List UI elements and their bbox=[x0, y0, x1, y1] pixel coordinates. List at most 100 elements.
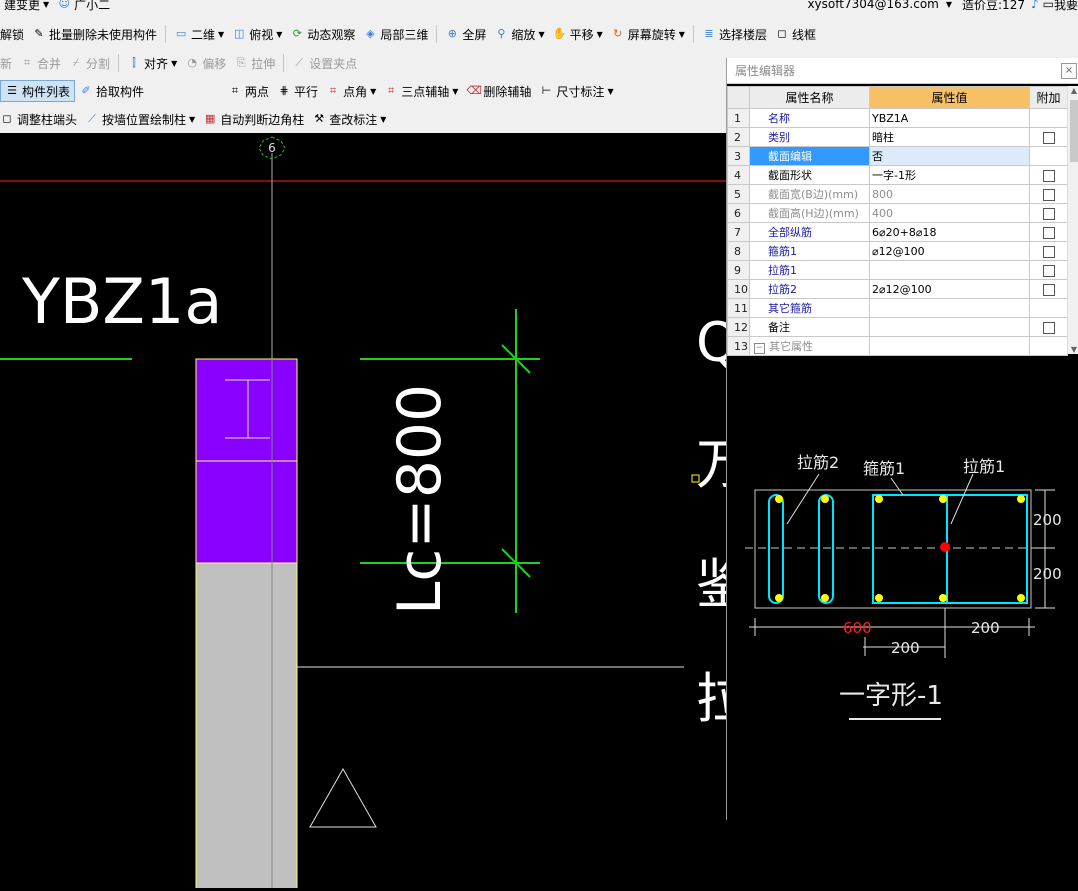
wall-body[interactable] bbox=[195, 562, 298, 891]
table-row[interactable]: 4 截面形状 一字-1形 bbox=[727, 165, 1068, 185]
batch-delete-button[interactable]: ✎ 批量删除未使用构件 bbox=[28, 23, 161, 45]
align-dropdown[interactable]: ⫿ 对齐 ▼ bbox=[123, 52, 181, 74]
fullscreen-icon: ⊕ bbox=[447, 27, 458, 40]
attach-checkbox[interactable] bbox=[1042, 169, 1055, 182]
pick-component-button[interactable]: ✐ 拾取构件 bbox=[75, 80, 148, 102]
attach-checkbox[interactable] bbox=[1042, 131, 1055, 144]
scroll-thumb[interactable] bbox=[1070, 100, 1078, 162]
property-value[interactable] bbox=[869, 298, 1030, 318]
edit-annotation-dropdown[interactable]: ⚒ 查改标注 ▼ bbox=[308, 108, 390, 130]
rotate-screen-dropdown[interactable]: ↻ 屏幕旋转 ▼ bbox=[607, 23, 689, 45]
property-value[interactable]: 暗柱 bbox=[869, 127, 1030, 147]
property-name: 截面编辑 bbox=[749, 146, 870, 166]
point-angle-dropdown[interactable]: ⌗ 点角 ▼ bbox=[322, 80, 380, 102]
component-list-button[interactable]: ☰ 构件列表 bbox=[0, 80, 76, 102]
two-point-axis-button[interactable]: ⌗ 两点 bbox=[224, 80, 273, 102]
table-row[interactable]: 8 箍筋1 ⌀12@100 bbox=[727, 241, 1068, 261]
orbit-button[interactable]: ⟳ 动态观察 bbox=[286, 23, 359, 45]
table-row[interactable]: 12 备注 bbox=[727, 317, 1068, 337]
adjust-column-end-button[interactable]: ◻ 调整柱端头 bbox=[0, 108, 81, 130]
stretch-label: 拉伸 bbox=[251, 56, 276, 71]
table-row[interactable]: 1 名称 YBZ1A bbox=[727, 108, 1068, 128]
parallel-axis-button[interactable]: ⋕ 平行 bbox=[273, 80, 322, 102]
delete-axis-button[interactable]: ⌫ 删除辅轴 bbox=[462, 80, 535, 102]
attach-checkbox[interactable] bbox=[1042, 321, 1055, 334]
row-number: 9 bbox=[727, 260, 750, 280]
dropdown-arrow-icon: ▼ bbox=[538, 29, 545, 39]
property-value[interactable]: 800 bbox=[869, 184, 1030, 204]
attach-checkbox[interactable] bbox=[1042, 245, 1055, 258]
property-value[interactable]: YBZ1A bbox=[869, 108, 1030, 128]
assistant-link[interactable]: ☺ 广小二 bbox=[53, 0, 114, 15]
rebar-dot bbox=[1017, 495, 1025, 503]
property-value[interactable]: 400 bbox=[869, 203, 1030, 223]
unlock-button[interactable]: 解锁 bbox=[0, 23, 28, 45]
bell-icon[interactable]: ♪ bbox=[1031, 0, 1039, 11]
property-value[interactable]: 6⌀20+8⌀18 bbox=[869, 222, 1030, 242]
table-row[interactable]: 6 截面高(H边)(mm) 400 bbox=[727, 203, 1068, 223]
attach-checkbox[interactable] bbox=[1042, 207, 1055, 220]
property-value[interactable]: 否 bbox=[869, 146, 1030, 166]
panel-title-text: 属性编辑器 bbox=[735, 64, 796, 78]
scroll-down-icon[interactable]: ▼ bbox=[1068, 345, 1078, 354]
draw-column-by-wall-dropdown[interactable]: ⟋ 按墙位置绘制柱 ▼ bbox=[81, 108, 199, 130]
separator bbox=[283, 54, 285, 72]
property-name: 截面宽(B边)(mm) bbox=[749, 184, 870, 204]
point-angle-icon: ⌗ bbox=[329, 84, 337, 97]
fullscreen-label: 全屏 bbox=[462, 27, 487, 42]
zoom-dropdown[interactable]: ⚲ 缩放 ▼ bbox=[490, 23, 548, 45]
table-row[interactable]: 2 类别 暗柱 bbox=[727, 127, 1068, 147]
table-row[interactable]: 11 其它箍筋 bbox=[727, 298, 1068, 318]
new-button[interactable]: 新 bbox=[0, 52, 16, 74]
table-row[interactable]: 13− 其它属性 bbox=[727, 336, 1068, 356]
feedback-link[interactable]: 我要 bbox=[1054, 0, 1078, 13]
menu-change[interactable]: 建变更 ▼ bbox=[0, 0, 53, 15]
select-floor-button[interactable]: ≣ 选择楼层 bbox=[698, 23, 771, 45]
three-point-axis-dropdown[interactable]: ⌗ 三点辅轴 ▼ bbox=[380, 80, 462, 102]
attach-checkbox[interactable] bbox=[1042, 283, 1055, 296]
offset-button[interactable]: ◔ 偏移 bbox=[181, 52, 230, 74]
attach-checkbox[interactable] bbox=[1042, 226, 1055, 239]
scrollbar[interactable]: ▲ ▼ bbox=[1067, 86, 1078, 354]
property-group[interactable]: − 其它属性 bbox=[749, 336, 870, 356]
extra-cell bbox=[1029, 184, 1068, 204]
local-3d-button[interactable]: ◈ 局部三维 bbox=[359, 23, 432, 45]
stretch-button[interactable]: ⎘ 拉伸 bbox=[230, 52, 279, 74]
brush-icon: ✎ bbox=[34, 27, 44, 40]
property-value[interactable]: 2⌀12@100 bbox=[869, 279, 1030, 299]
table-row-selected[interactable]: 3 截面编辑否 bbox=[727, 146, 1068, 166]
align-label: 对齐 bbox=[144, 56, 169, 71]
property-value[interactable]: ⌀12@100 bbox=[869, 241, 1030, 261]
set-grip-button[interactable]: ⟋ 设置夹点 bbox=[288, 52, 361, 74]
auto-corner-column-label: 自动判断边角柱 bbox=[220, 112, 305, 127]
chat-icon[interactable]: ▭ bbox=[1043, 0, 1054, 11]
view-2d-dropdown[interactable]: ▭ 二维 ▼ bbox=[170, 23, 228, 45]
table-row[interactable]: 10 拉筋2 2⌀12@100 bbox=[727, 279, 1068, 299]
dim-200-right: 200 bbox=[971, 619, 1000, 637]
collapse-icon[interactable]: − bbox=[754, 343, 765, 354]
dropdown-arrow-icon: ▼ bbox=[171, 58, 178, 68]
scroll-up-icon[interactable]: ▲ bbox=[1068, 86, 1078, 95]
fullscreen-button[interactable]: ⊕ 全屏 bbox=[441, 23, 490, 45]
close-icon[interactable]: × bbox=[1061, 63, 1077, 79]
rebar-dot bbox=[1017, 594, 1025, 602]
property-value[interactable]: 一字-1形 bbox=[869, 165, 1030, 185]
table-row[interactable]: 5 截面宽(B边)(mm) 800 bbox=[727, 184, 1068, 204]
align-icon: ⫿ bbox=[132, 56, 136, 69]
split-button[interactable]: ⌿ 分割 bbox=[65, 52, 114, 74]
pan-dropdown[interactable]: ✋ 平移 ▼ bbox=[549, 23, 607, 45]
attach-checkbox[interactable] bbox=[1042, 264, 1055, 277]
property-value[interactable] bbox=[869, 260, 1030, 280]
property-name: 截面高(H边)(mm) bbox=[749, 203, 870, 223]
property-group-label: 其它属性 bbox=[769, 340, 813, 353]
top-view-dropdown[interactable]: ◫ 俯视 ▼ bbox=[228, 23, 286, 45]
property-value[interactable] bbox=[869, 317, 1030, 337]
table-row[interactable]: 9 拉筋1 bbox=[727, 260, 1068, 280]
account-email[interactable]: xysoft7304@163.com bbox=[807, 0, 938, 11]
merge-button[interactable]: ⌗ 合并 bbox=[16, 52, 65, 74]
table-row[interactable]: 7 全部纵筋 6⌀20+8⌀18 bbox=[727, 222, 1068, 242]
attach-checkbox[interactable] bbox=[1042, 188, 1055, 201]
auto-corner-column-button[interactable]: ▦ 自动判断边角柱 bbox=[199, 108, 308, 130]
dimension-dropdown[interactable]: ⊢ 尺寸标注 ▼ bbox=[535, 80, 617, 102]
wireframe-button[interactable]: ◻ 线框 bbox=[771, 23, 820, 45]
